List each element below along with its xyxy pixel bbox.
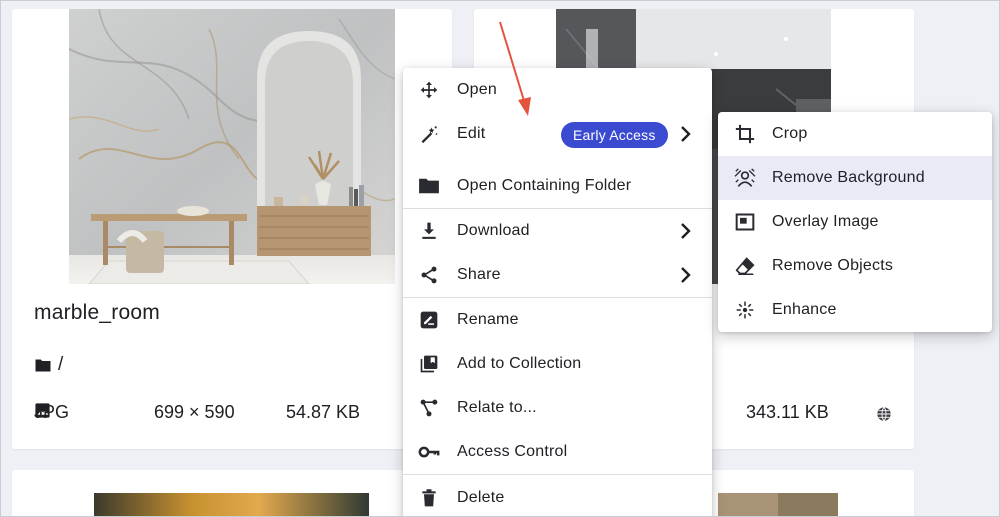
key-icon (417, 441, 441, 463)
submenu-item-label: Enhance (772, 301, 837, 318)
asset-thumbnail[interactable] (718, 493, 838, 517)
menu-item-rename[interactable]: Rename (403, 298, 712, 342)
menu-item-label: Edit (457, 125, 486, 142)
submenu-item-label: Overlay Image (772, 213, 879, 230)
asset-type: JPG (34, 402, 69, 422)
trash-icon (417, 487, 441, 509)
submenu-item-label: Remove Objects (772, 257, 894, 274)
menu-item-access-control[interactable]: Access Control (403, 430, 712, 474)
asset-path[interactable]: / (34, 354, 63, 376)
asset-type-label: JPG (34, 402, 70, 422)
magic-wand-icon (417, 123, 441, 145)
edit-submenu: Crop Remove Background Overlay Image Rem… (718, 112, 992, 332)
menu-item-label: Relate to... (457, 399, 537, 416)
submenu-item-remove-objects[interactable]: Remove Objects (718, 244, 992, 288)
eraser-icon (733, 255, 757, 277)
chevron-right-icon (679, 125, 693, 148)
menu-item-label: Share (457, 266, 501, 283)
rename-icon (417, 309, 441, 331)
crop-icon (733, 123, 757, 145)
collection-icon (417, 353, 441, 375)
overlay-image-icon (733, 211, 757, 233)
asset-card[interactable] (12, 470, 452, 517)
submenu-item-label: Remove Background (772, 169, 925, 186)
asset-image (718, 493, 838, 517)
menu-item-label: Add to Collection (457, 355, 582, 372)
menu-item-share[interactable]: Share (403, 253, 712, 297)
menu-divider (403, 474, 712, 475)
chevron-right-icon (679, 222, 693, 245)
submenu-item-crop[interactable]: Crop (718, 112, 992, 156)
menu-item-delete[interactable]: Delete (403, 476, 712, 517)
menu-item-label: Access Control (457, 443, 568, 460)
menu-item-open-containing-folder[interactable]: Open Containing Folder (403, 164, 712, 208)
submenu-item-overlay-image[interactable]: Overlay Image (718, 200, 992, 244)
enhance-icon (733, 299, 757, 321)
submenu-item-label: Crop (772, 125, 808, 142)
marble-room-image (69, 9, 395, 284)
share-icon (417, 264, 441, 286)
asset-title[interactable]: marble_room (34, 301, 160, 325)
folder-icon (417, 175, 441, 197)
remove-background-icon (733, 167, 757, 189)
asset-dimensions: 699 × 590 (154, 402, 235, 422)
menu-item-relate-to[interactable]: Relate to... (403, 386, 712, 430)
folder-icon (35, 359, 51, 371)
download-icon (417, 220, 441, 242)
menu-item-label: Delete (457, 489, 505, 506)
menu-item-add-to-collection[interactable]: Add to Collection (403, 342, 712, 386)
menu-item-label: Download (457, 222, 530, 239)
globe-icon[interactable] (876, 406, 892, 422)
asset-path-label: / (58, 354, 64, 375)
early-access-badge: Early Access (561, 122, 668, 148)
submenu-item-enhance[interactable]: Enhance (718, 288, 992, 332)
menu-item-label: Rename (457, 311, 519, 328)
relate-icon (417, 397, 441, 419)
menu-item-edit[interactable]: Edit Early Access (403, 112, 712, 156)
menu-item-open[interactable]: Open (403, 68, 712, 112)
menu-item-download[interactable]: Download (403, 209, 712, 253)
chevron-right-icon (679, 266, 693, 289)
move-icon (417, 79, 441, 101)
asset-card-marble-room[interactable]: marble_room / JPG 699 × 590 54.87 KB (12, 9, 452, 449)
asset-file-size: 54.87 KB (286, 402, 361, 422)
asset-thumbnail[interactable] (94, 493, 369, 517)
context-menu: Open Edit Early Access Open Containing F… (403, 68, 712, 517)
asset-image (94, 493, 369, 517)
asset-thumbnail[interactable] (69, 9, 395, 284)
asset-meta: JPG 699 × 590 54.87 KB (34, 402, 434, 428)
menu-item-label: Open Containing Folder (457, 177, 632, 194)
menu-item-label: Open (457, 81, 497, 98)
asset-file-size: 343.11 KB (746, 402, 829, 422)
submenu-item-remove-background[interactable]: Remove Background (718, 156, 992, 200)
